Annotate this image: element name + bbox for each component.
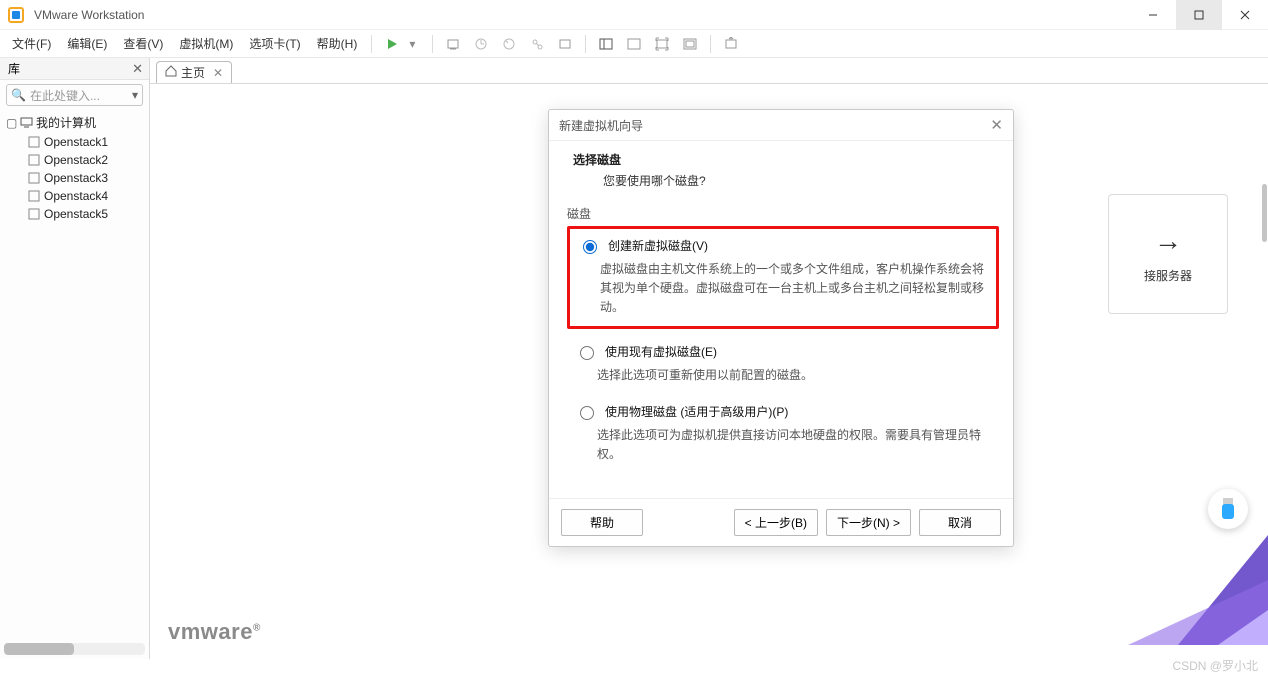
option-desc: 虚拟磁盘由主机文件系统上的一个或多个文件组成，客户机操作系统会将其视为单个硬盘。… <box>578 254 986 318</box>
option-create-new-disk[interactable]: 创建新虚拟磁盘(V) 虚拟磁盘由主机文件系统上的一个或多个文件组成，客户机操作系… <box>567 226 999 329</box>
window-close-button[interactable] <box>1222 0 1268 30</box>
snapshot-revert-icon[interactable] <box>499 34 519 54</box>
menu-edit[interactable]: 编辑(E) <box>59 30 115 57</box>
tree-item-label: Openstack3 <box>44 171 108 185</box>
sidebar: 库 ✕ 🔍 在此处键入... ▾ ▢ 我的计算机 Openstack1 Open… <box>0 58 150 659</box>
search-icon: 🔍 <box>11 88 26 102</box>
toolbar-icon-1[interactable] <box>443 34 463 54</box>
vertical-scroll-indicator[interactable] <box>1262 184 1267 242</box>
connect-server-tile[interactable]: → 接服务器 <box>1108 194 1228 314</box>
app-logo-icon <box>6 5 26 25</box>
search-input[interactable]: 🔍 在此处键入... ▾ <box>6 84 143 106</box>
tree-item-openstack1[interactable]: Openstack1 <box>0 133 149 151</box>
vm-icon <box>26 154 42 166</box>
search-dropdown-icon[interactable]: ▾ <box>132 88 138 102</box>
main-area: 库 ✕ 🔍 在此处键入... ▾ ▢ 我的计算机 Openstack1 Open… <box>0 58 1268 659</box>
vm-icon <box>26 136 42 148</box>
tree-item-openstack5[interactable]: Openstack5 <box>0 205 149 223</box>
snapshot-manage-icon[interactable] <box>527 34 547 54</box>
view-unity-icon[interactable] <box>680 34 700 54</box>
toolbar-view-group <box>592 34 704 54</box>
cancel-button[interactable]: 取消 <box>919 509 1001 536</box>
option-label: 创建新虚拟磁盘(V) <box>608 237 708 254</box>
tree-item-label: Openstack5 <box>44 207 108 221</box>
tree-item-label: Openstack2 <box>44 153 108 167</box>
arrow-right-icon: → <box>1154 225 1182 257</box>
help-button[interactable]: 帮助 <box>561 509 643 536</box>
window-minimize-button[interactable] <box>1130 0 1176 30</box>
power-on-icon[interactable] <box>382 34 402 54</box>
tree-item-label: Openstack4 <box>44 189 108 203</box>
vm-icon <box>26 190 42 202</box>
tab-strip: 主页 ✕ <box>150 58 1268 84</box>
tree-root-label: 我的计算机 <box>36 114 96 131</box>
tab-home-label: 主页 <box>181 64 205 81</box>
content-area: 主页 ✕ → 接服务器 新建虚拟机向导 ✕ 选择磁盘 您要使用哪个磁盘? <box>150 58 1268 659</box>
radio-use-physical-disk[interactable] <box>580 406 594 420</box>
tab-close-icon[interactable]: ✕ <box>213 66 223 80</box>
menu-vm[interactable]: 虚拟机(M) <box>171 30 241 57</box>
menubar: 文件(F) 编辑(E) 查看(V) 虚拟机(M) 选项卡(T) 帮助(H) ▾ <box>0 30 1268 58</box>
view-single-icon[interactable] <box>624 34 644 54</box>
radio-use-existing-disk[interactable] <box>580 346 594 360</box>
toolbar-icon-5[interactable] <box>555 34 575 54</box>
dialog-close-icon[interactable]: ✕ <box>990 116 1003 134</box>
usb-device-badge[interactable] <box>1208 489 1248 529</box>
menu-tabs[interactable]: 选项卡(T) <box>241 30 308 57</box>
option-desc: 选择此选项可为虚拟机提供直接访问本地硬盘的权限。需要具有管理员特权。 <box>575 420 989 464</box>
tree-item-openstack4[interactable]: Openstack4 <box>0 187 149 205</box>
titlebar: VMware Workstation <box>0 0 1268 30</box>
dialog-title: 新建虚拟机向导 <box>559 117 643 134</box>
home-icon <box>165 65 177 80</box>
vmware-logo: vmware® <box>168 619 261 645</box>
tree-item-label: Openstack1 <box>44 135 108 149</box>
vm-tree: ▢ 我的计算机 Openstack1 Openstack2 Openstack3… <box>0 110 149 229</box>
option-use-physical-disk[interactable]: 使用物理磁盘 (适用于高级用户)(P) 选择此选项可为虚拟机提供直接访问本地硬盘… <box>567 395 999 472</box>
vm-icon <box>26 208 42 220</box>
dialog-heading: 选择磁盘 <box>573 151 989 168</box>
snapshot-take-icon[interactable] <box>471 34 491 54</box>
new-vm-wizard-dialog: 新建虚拟机向导 ✕ 选择磁盘 您要使用哪个磁盘? 磁盘 创建新虚拟磁盘(V) 虚… <box>548 109 1014 547</box>
library-close-icon[interactable]: ✕ <box>132 61 143 77</box>
tree-root-my-computer[interactable]: ▢ 我的计算机 <box>0 112 149 133</box>
dialog-header: 选择磁盘 您要使用哪个磁盘? <box>549 141 1013 199</box>
back-button[interactable]: < 上一步(B) <box>734 509 818 536</box>
tree-item-openstack3[interactable]: Openstack3 <box>0 169 149 187</box>
tree-collapse-icon[interactable]: ▢ <box>6 116 18 130</box>
connect-server-label: 接服务器 <box>1144 267 1192 284</box>
view-split-icon[interactable] <box>596 34 616 54</box>
next-button[interactable]: 下一步(N) > <box>826 509 911 536</box>
toolbar-vm-group <box>439 34 579 54</box>
decor-triangles <box>1108 525 1268 645</box>
home-canvas: → 接服务器 新建虚拟机向导 ✕ 选择磁盘 您要使用哪个磁盘? 磁盘 <box>150 84 1268 659</box>
dialog-titlebar: 新建虚拟机向导 ✕ <box>549 110 1013 141</box>
menu-view[interactable]: 查看(V) <box>115 30 171 57</box>
view-fullscreen-icon[interactable] <box>652 34 672 54</box>
search-placeholder: 在此处键入... <box>30 87 100 104</box>
disk-group-label: 磁盘 <box>567 205 999 222</box>
option-use-existing-disk[interactable]: 使用现有虚拟磁盘(E) 选择此选项可重新使用以前配置的磁盘。 <box>567 335 999 393</box>
toolbar-export-icon[interactable] <box>721 34 741 54</box>
menu-file[interactable]: 文件(F) <box>4 30 59 57</box>
vm-icon <box>26 172 42 184</box>
dialog-footer: 帮助 < 上一步(B) 下一步(N) > 取消 <box>549 498 1013 546</box>
dialog-subheading: 您要使用哪个磁盘? <box>573 168 989 189</box>
option-label: 使用物理磁盘 (适用于高级用户)(P) <box>605 403 788 420</box>
library-title: 库 <box>8 60 20 77</box>
power-dropdown-icon[interactable]: ▾ <box>402 34 422 54</box>
window-maximize-button[interactable] <box>1176 0 1222 30</box>
tree-item-openstack2[interactable]: Openstack2 <box>0 151 149 169</box>
computer-icon <box>18 116 34 129</box>
tab-home[interactable]: 主页 ✕ <box>156 61 232 83</box>
dialog-body: 磁盘 创建新虚拟磁盘(V) 虚拟磁盘由主机文件系统上的一个或多个文件组成，客户机… <box>549 199 1013 498</box>
library-header: 库 ✕ <box>0 58 149 80</box>
watermark-text: CSDN @罗小北 <box>1172 657 1258 674</box>
sidebar-horizontal-scrollbar[interactable] <box>4 643 145 655</box>
radio-create-new-disk[interactable] <box>583 240 597 254</box>
status-strip: CSDN @罗小北 <box>0 659 1268 673</box>
option-desc: 选择此选项可重新使用以前配置的磁盘。 <box>575 360 989 385</box>
window-title: VMware Workstation <box>34 8 144 22</box>
option-label: 使用现有虚拟磁盘(E) <box>605 343 717 360</box>
menu-help[interactable]: 帮助(H) <box>309 30 366 57</box>
